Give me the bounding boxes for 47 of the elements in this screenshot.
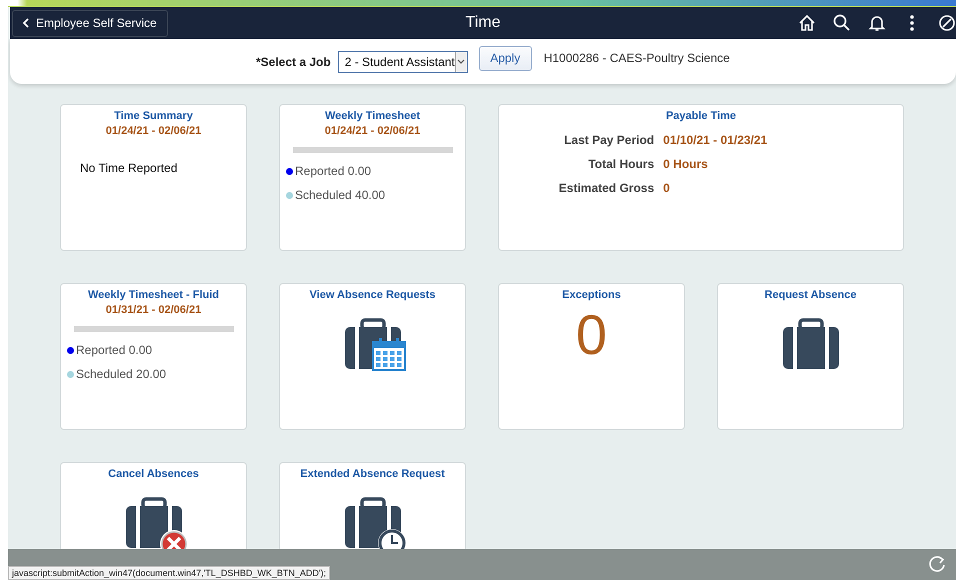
legend-label: Scheduled 40.00: [295, 188, 386, 202]
tile[interactable]: Weekly Timesheet 01/24/21 - 02/06/21 Reported 0.00 Scheduled 40.00: [279, 104, 466, 251]
field-value: 0 Hours: [663, 157, 709, 171]
tile-title: Cancel Absences: [108, 468, 199, 480]
tile[interactable]: Payable Time Last Pay Period 01/10/21 - 01/23/21 Total Hours 0 Hours Estimated Gross 0: [498, 104, 904, 251]
tile-title: Weekly Timesheet - Fluid: [88, 289, 220, 301]
legend-label: Reported 0.00: [76, 343, 152, 357]
tile[interactable]: View Absence Requests: [279, 283, 466, 430]
job-label: *Select a Job: [256, 54, 331, 68]
date-range: 01/31/21 - 02/06/21: [106, 304, 202, 316]
count-value: 0: [576, 303, 608, 367]
empty-message: No Time Reported: [80, 161, 178, 175]
legend-label: Scheduled 20.00: [76, 367, 166, 381]
caret-icon: [456, 57, 466, 66]
tile-title: Request Absence: [764, 289, 856, 301]
field-label: Last Pay Period: [563, 133, 654, 147]
field-label: Total Hours: [587, 157, 654, 171]
tile-title: Extended Absence Request: [300, 468, 445, 480]
field-value: 0: [663, 181, 671, 195]
tile-title: Weekly Timesheet: [325, 110, 420, 122]
field-value: 01/10/21 - 01/23/21: [663, 133, 768, 147]
briefcase-icon: [782, 319, 838, 371]
field-label: Estimated Gross: [558, 181, 654, 195]
tile-title: Exceptions: [562, 289, 621, 301]
search-icon[interactable]: [833, 14, 851, 32]
job-select[interactable]: 2 - Student Assistant: [338, 50, 468, 72]
tile[interactable]: Weekly Timesheet - Fluid 01/31/21 - 02/06/21 Reported 0.00 Scheduled 20.00: [60, 283, 247, 430]
job-info: H1000286 - CAES-Poultry Science: [544, 51, 730, 65]
apply-button[interactable]: Apply: [478, 46, 532, 70]
tile-title: Payable Time: [666, 110, 736, 122]
status-link-text: javascript:submitAction_win47(document.win47,'TL_DSHBD_WK_BTN_ADD');: [8, 566, 330, 580]
bell-icon[interactable]: [868, 14, 886, 32]
home-icon[interactable]: [798, 14, 816, 32]
legend-label: Reported 0.00: [295, 164, 372, 178]
page-title: Time: [464, 14, 502, 32]
chevron-left-icon: [21, 17, 30, 29]
back-button[interactable]: Employee Self Service: [12, 10, 168, 36]
tile[interactable]: Exceptions 0: [498, 283, 685, 430]
refresh-icon[interactable]: [928, 555, 948, 575]
date-range: 01/24/21 - 02/06/21: [106, 125, 202, 137]
tile[interactable]: Cancel Absences: [60, 462, 247, 549]
tile-title: Time Summary: [114, 110, 193, 122]
tile[interactable]: Time Summary 01/24/21 - 02/06/21 No Time Reported: [60, 104, 247, 251]
tile[interactable]: Request Absence: [717, 283, 904, 430]
tile-title: View Absence Requests: [310, 289, 436, 301]
tile[interactable]: Extended Absence Request: [279, 462, 466, 549]
date-range: 01/24/21 - 02/06/21: [324, 125, 420, 137]
